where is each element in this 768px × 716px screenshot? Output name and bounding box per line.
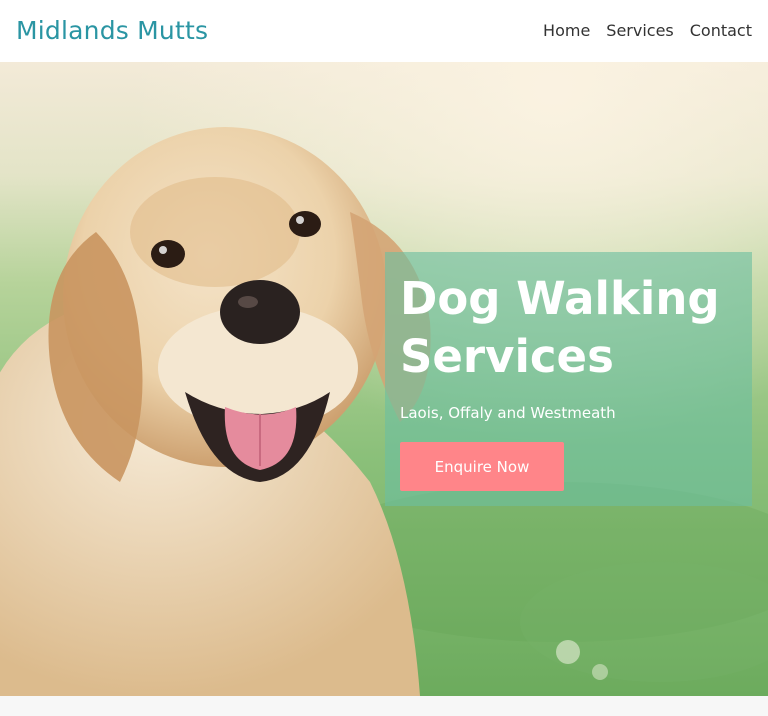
hero-section: Dog Walking Services Laois, Offaly and W… <box>0 62 768 696</box>
hero-title: Dog Walking Services <box>400 270 745 386</box>
enquire-now-button[interactable]: Enquire Now <box>400 442 564 491</box>
service-area: Laois, Offaly and Westmeath <box>400 404 616 422</box>
hero-title-line1: Dog Walking <box>400 272 720 325</box>
main-nav: Home Services Contact <box>543 20 752 42</box>
nav-home[interactable]: Home <box>543 20 590 42</box>
nav-services[interactable]: Services <box>606 20 673 42</box>
hero-title-line2: Services <box>400 330 614 383</box>
next-section <box>0 696 768 716</box>
site-logo[interactable]: Midlands Mutts <box>16 15 208 47</box>
hero-card: Dog Walking Services Laois, Offaly and W… <box>385 252 752 506</box>
site-header: Midlands Mutts Home Services Contact <box>0 0 768 62</box>
nav-contact[interactable]: Contact <box>690 20 752 42</box>
